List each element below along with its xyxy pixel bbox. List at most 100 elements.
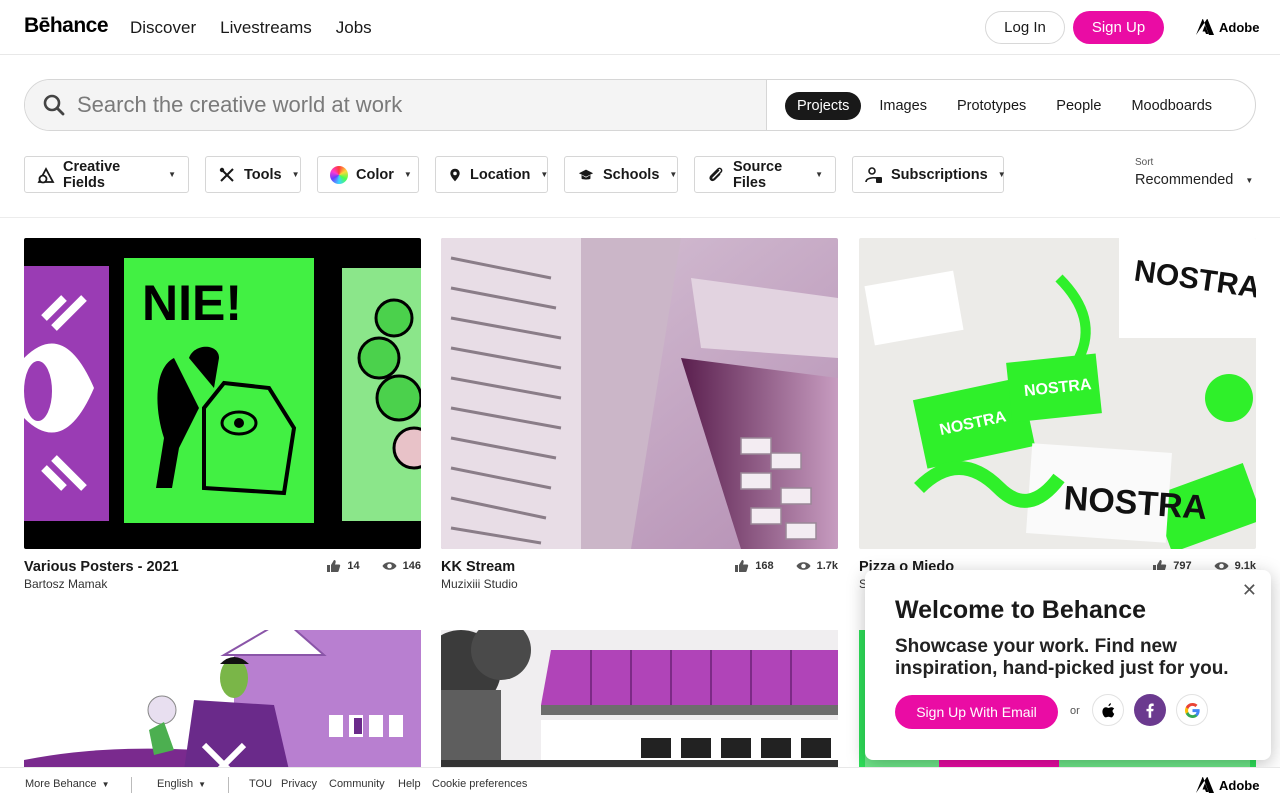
filter-source-files[interactable]: Source Files ▼	[694, 156, 836, 193]
search-bar: Projects Images Prototypes People Moodbo…	[24, 79, 1256, 131]
language-selector[interactable]: English ▼	[157, 778, 206, 790]
project-owner[interactable]: Bartosz Mamak	[24, 577, 179, 591]
project-card[interactable]: KK Stream Muzixiii Studio 168 1.7k	[441, 238, 838, 591]
eye-icon	[796, 562, 811, 570]
sort-value: Recommended	[1135, 172, 1234, 188]
adobe-link[interactable]: Adobe	[1196, 19, 1259, 35]
tools-icon	[218, 166, 236, 184]
color-wheel-icon	[330, 165, 348, 184]
search-type-tabs: Projects Images Prototypes People Moodbo…	[785, 92, 1224, 120]
project-card[interactable]	[441, 630, 838, 770]
main-nav-links: Discover Livestreams Jobs	[130, 18, 372, 38]
filter-color[interactable]: Color ▼	[317, 156, 419, 193]
close-icon[interactable]: ✕	[1242, 580, 1257, 601]
nav-discover[interactable]: Discover	[130, 18, 196, 38]
filter-creative-fields[interactable]: Creative Fields ▼	[24, 156, 189, 193]
project-thumbnail[interactable]	[441, 630, 838, 770]
tab-images[interactable]: Images	[867, 92, 939, 120]
popup-description: Showcase your work. Find new inspiration…	[895, 636, 1229, 679]
project-meta: Various Posters - 2021 Bartosz Mamak 14 …	[24, 559, 421, 591]
view-count: 1.7k	[816, 560, 838, 572]
project-thumbnail[interactable]	[441, 238, 838, 549]
welcome-popup: ✕ Welcome to Behance Showcase your work.…	[865, 570, 1271, 760]
footer-link-community[interactable]: Community	[329, 778, 385, 790]
adobe-footer-link[interactable]: Adobe	[1196, 777, 1259, 793]
tab-moodboards[interactable]: Moodboards	[1119, 92, 1224, 120]
filter-label: Color	[356, 166, 394, 183]
apple-icon	[1101, 702, 1114, 717]
project-stats: 14 146	[326, 559, 421, 573]
nav-jobs[interactable]: Jobs	[336, 18, 372, 38]
divider	[131, 777, 132, 793]
signup-email-button[interactable]: Sign Up With Email	[895, 695, 1058, 729]
google-icon	[1184, 702, 1200, 718]
tab-people[interactable]: People	[1044, 92, 1113, 120]
project-card[interactable]	[24, 630, 421, 770]
footer: More Behance ▼ English ▼ TOU Privacy Com…	[0, 767, 1280, 800]
signup-button[interactable]: Sign Up	[1073, 11, 1164, 44]
filter-subscriptions[interactable]: Subscriptions ▼	[852, 156, 1006, 193]
footer-link-cookie-preferences[interactable]: Cookie preferences	[432, 778, 527, 790]
or-label: or	[1070, 705, 1080, 717]
google-signup-button[interactable]	[1176, 694, 1208, 726]
paperclip-icon	[707, 166, 725, 184]
like-count: 14	[347, 560, 360, 572]
sort-dropdown[interactable]: Sort Recommended ▼	[1135, 157, 1253, 188]
footer-link-tou[interactable]: TOU	[249, 778, 272, 790]
footer-link-privacy[interactable]: Privacy	[281, 778, 317, 790]
caret-down-icon: ▼	[291, 170, 300, 179]
tab-projects[interactable]: Projects	[785, 92, 862, 120]
thumbs-up-icon	[327, 560, 341, 572]
project-title[interactable]: KK Stream	[441, 559, 518, 575]
language-label: English	[157, 778, 194, 790]
caret-down-icon: ▼	[540, 170, 549, 179]
filter-label: Tools	[244, 166, 282, 183]
adobe-label: Adobe	[1219, 777, 1260, 793]
search-input[interactable]	[77, 80, 737, 130]
caret-down-icon: ▼	[198, 780, 207, 789]
nav-livestreams[interactable]: Livestreams	[220, 18, 312, 38]
project-meta: KK Stream Muzixiii Studio 168 1.7k	[441, 559, 838, 591]
filter-label: Source Files	[733, 158, 783, 191]
project-card[interactable]: NIE! Various Posters - 2021 Bartosz Mama…	[24, 238, 421, 591]
behance-logo[interactable]: Bēhance	[24, 14, 109, 38]
more-behance-menu[interactable]: More Behance ▼	[25, 778, 110, 790]
login-button[interactable]: Log In	[985, 11, 1065, 44]
adobe-logo-icon	[1196, 19, 1214, 35]
caret-down-icon: ▼	[101, 780, 110, 789]
more-behance-label: More Behance	[25, 778, 97, 790]
project-thumbnail[interactable]: NOSTRA NOSTRA NOSTRA NOSTRA	[859, 238, 1256, 549]
tab-prototypes[interactable]: Prototypes	[945, 92, 1038, 120]
caret-down-icon: ▼	[997, 170, 1006, 179]
project-thumbnail[interactable]: NIE!	[24, 238, 421, 549]
footer-link-help[interactable]: Help	[398, 778, 421, 790]
filter-location[interactable]: Location ▼	[435, 156, 548, 193]
sort-label: Sort	[1135, 157, 1154, 168]
subscriptions-icon	[865, 166, 883, 184]
project-title[interactable]: Various Posters - 2021	[24, 559, 179, 575]
creative-fields-icon	[37, 166, 55, 184]
graduation-cap-icon	[577, 166, 595, 184]
thumbs-up-icon	[735, 560, 749, 572]
divider	[228, 777, 229, 793]
caret-down-icon: ▼	[669, 170, 678, 179]
apple-signup-button[interactable]	[1092, 694, 1124, 726]
sort-value-row: Recommended ▼	[1135, 172, 1253, 188]
filter-tools[interactable]: Tools ▼	[205, 156, 301, 193]
facebook-signup-button[interactable]	[1134, 694, 1166, 726]
caret-down-icon: ▼	[815, 170, 823, 179]
like-count: 168	[755, 560, 774, 572]
caret-down-icon: ▼	[1245, 175, 1254, 185]
project-thumbnail[interactable]	[24, 630, 421, 770]
search-icon	[43, 94, 65, 116]
filter-label: Location	[470, 166, 531, 183]
project-owner[interactable]: Muzixiii Studio	[441, 577, 518, 591]
popup-title: Welcome to Behance	[895, 596, 1147, 624]
project-stats: 168 1.7k	[734, 559, 838, 573]
adobe-logo-icon	[1196, 777, 1214, 793]
eye-icon	[382, 562, 397, 570]
filter-label: Subscriptions	[891, 166, 988, 183]
filter-schools[interactable]: Schools ▼	[564, 156, 678, 193]
project-card[interactable]: NOSTRA NOSTRA NOSTRA NOSTRA Pizza o Mied…	[859, 238, 1256, 591]
search-field-container	[25, 80, 767, 130]
